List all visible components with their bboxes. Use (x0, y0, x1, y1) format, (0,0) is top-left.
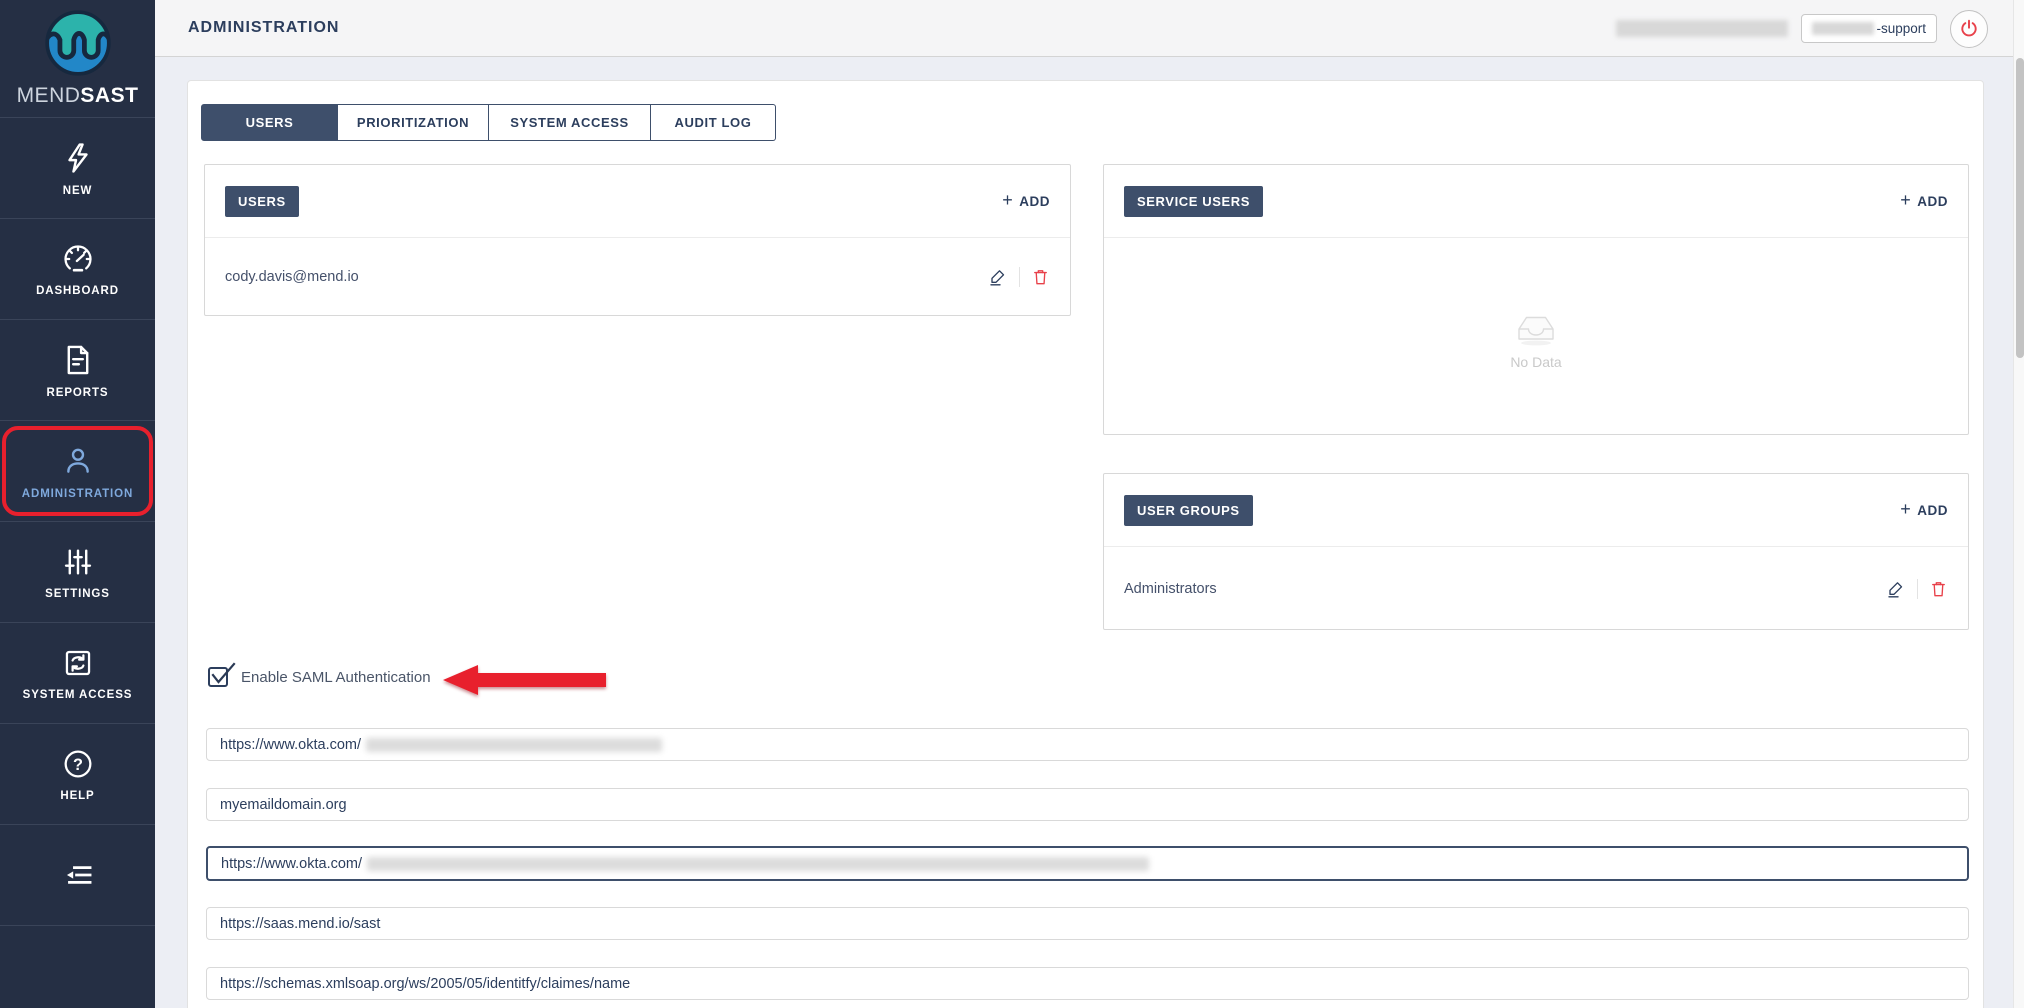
tab-strip: USERS PRIORITIZATION SYSTEM ACCESS AUDIT… (201, 104, 776, 141)
logo[interactable]: MENDSAST (0, 0, 155, 118)
trash-icon (1929, 579, 1948, 599)
plus-icon: + (1900, 191, 1911, 209)
redacted-tenant-prefix (1812, 22, 1874, 35)
table-row: Administrators (1104, 579, 1968, 599)
edit-group-button[interactable] (1886, 579, 1906, 599)
saml-email-domain-field[interactable]: myemaildomain.org (206, 788, 1969, 821)
sidebar-item-reports[interactable]: REPORTS (0, 320, 155, 421)
support-tenant-button[interactable]: -support (1801, 14, 1937, 43)
user-groups-panel-body: Administrators (1104, 547, 1968, 630)
group-name: Administrators (1124, 581, 1217, 597)
scrollbar-thumb[interactable] (2016, 58, 2024, 358)
users-panel-title: USERS (225, 186, 299, 217)
users-panel-header: USERS + ADD (205, 165, 1070, 238)
user-groups-panel-title: USER GROUPS (1124, 495, 1253, 526)
sidebar-item-system-access[interactable]: SYSTEM ACCESS (0, 623, 155, 724)
sync-icon (61, 646, 95, 680)
tab-system-access[interactable]: SYSTEM ACCESS (489, 104, 651, 141)
sidebar-item-dashboard[interactable]: DASHBOARD (0, 219, 155, 320)
saml-redirect-url-field[interactable]: https://saas.mend.io/sast (206, 907, 1969, 940)
sidebar-item-label: SETTINGS (45, 588, 110, 600)
saml-certificate-field[interactable]: https://www.okta.com/ (206, 846, 1969, 881)
power-icon (1958, 18, 1980, 40)
sidebar-item-label: NEW (63, 185, 93, 197)
users-panel: USERS + ADD cody.davis@mend.io (204, 164, 1071, 316)
sidebar-item-new[interactable]: NEW (0, 118, 155, 219)
action-divider (1019, 267, 1020, 287)
user-icon (61, 443, 95, 479)
user-groups-panel-header: USER GROUPS + ADD (1104, 474, 1968, 547)
sidebar-collapse-button[interactable] (0, 825, 155, 926)
sidebar-item-help[interactable]: ? HELP (0, 724, 155, 825)
user-email: cody.davis@mend.io (225, 269, 359, 285)
add-user-group-button[interactable]: + ADD (1900, 502, 1948, 518)
saml-auth-row: Enable SAML Authentication (208, 667, 431, 687)
redacted-url-segment (367, 857, 1149, 871)
plus-icon: + (1002, 191, 1013, 209)
edit-user-button[interactable] (988, 267, 1008, 287)
sidebar-item-settings[interactable]: SETTINGS (0, 522, 155, 623)
sidebar-item-label: ADMINISTRATION (22, 488, 133, 500)
tab-audit-log[interactable]: AUDIT LOG (651, 104, 776, 141)
topbar: ADMINISTRATION -support (155, 0, 2014, 57)
user-groups-panel: USER GROUPS + ADD Administrators (1103, 473, 1969, 630)
lightning-icon (61, 140, 95, 176)
scrollbar-track[interactable] (2013, 0, 2024, 1008)
topbar-right-cluster: -support (1616, 0, 1988, 57)
empty-state-text: No Data (1510, 354, 1561, 370)
service-users-panel-title: SERVICE USERS (1124, 186, 1263, 217)
sidebar-item-label: SYSTEM ACCESS (23, 689, 133, 701)
saml-checkbox[interactable] (208, 667, 228, 687)
saml-claim-name-field[interactable]: https://schemas.xmlsoap.org/ws/2005/05/i… (206, 967, 1969, 1000)
row-actions (988, 267, 1050, 287)
edit-icon (1886, 579, 1906, 599)
sidebar-item-administration[interactable]: ADMINISTRATION (0, 421, 155, 522)
sidebar-nav: NEW DASHBOARD REPORTS (0, 118, 155, 926)
add-service-user-button[interactable]: + ADD (1900, 193, 1948, 209)
service-users-panel: SERVICE USERS + ADD No Data (1103, 164, 1969, 435)
support-suffix-label: -support (1876, 21, 1926, 36)
trash-icon (1031, 267, 1050, 287)
redacted-account-text (1616, 20, 1788, 37)
users-panel-body: cody.davis@mend.io (205, 238, 1070, 316)
tab-users[interactable]: USERS (201, 104, 338, 141)
row-actions (1886, 579, 1948, 599)
document-icon (61, 342, 95, 378)
tab-prioritization[interactable]: PRIORITIZATION (338, 104, 489, 141)
service-users-empty-state: No Data (1104, 238, 1968, 435)
menu-fold-icon (61, 858, 95, 892)
add-user-button[interactable]: + ADD (1002, 193, 1050, 209)
sidebar-item-label: HELP (60, 790, 94, 802)
main-card: USERS PRIORITIZATION SYSTEM ACCESS AUDIT… (187, 80, 1984, 1008)
service-users-panel-header: SERVICE USERS + ADD (1104, 165, 1968, 238)
empty-inbox-icon (1510, 304, 1562, 348)
question-icon: ? (61, 747, 95, 781)
redacted-url-segment (366, 738, 662, 752)
sidebar-item-label: DASHBOARD (36, 285, 119, 297)
logo-text: MENDSAST (17, 84, 139, 108)
sidebar: MENDSAST NEW DASHBOARD (0, 0, 155, 1008)
delete-group-button[interactable] (1929, 579, 1948, 599)
sliders-icon (61, 545, 95, 579)
saml-idp-url-field[interactable]: https://www.okta.com/ (206, 728, 1969, 761)
action-divider (1917, 579, 1918, 599)
red-arrow-annotation (440, 661, 610, 699)
mend-logo-icon (44, 9, 112, 77)
logout-button[interactable] (1950, 10, 1988, 48)
edit-icon (988, 267, 1008, 287)
svg-text:?: ? (73, 755, 83, 773)
table-row: cody.davis@mend.io (205, 267, 1070, 287)
saml-checkbox-label: Enable SAML Authentication (241, 669, 431, 686)
page-title: ADMINISTRATION (188, 19, 339, 37)
delete-user-button[interactable] (1031, 267, 1050, 287)
gauge-icon (60, 242, 96, 276)
plus-icon: + (1900, 500, 1911, 518)
checkmark-icon (209, 661, 236, 687)
sidebar-item-label: REPORTS (47, 387, 109, 399)
